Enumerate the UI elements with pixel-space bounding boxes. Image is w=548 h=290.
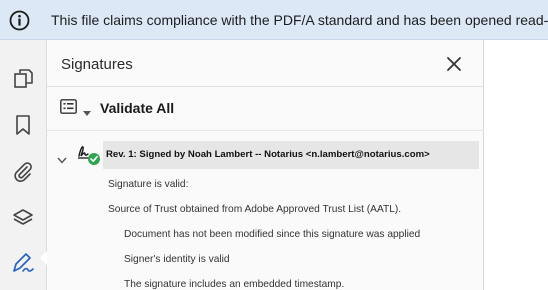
divider [47, 86, 484, 87]
validate-all-button[interactable]: Validate All [100, 100, 174, 116]
paperclip-icon[interactable] [11, 160, 35, 184]
panel-title: Signatures [61, 56, 133, 73]
signatures-panel: Signatures Validate All Rev. 1: Signed b… [47, 40, 484, 290]
banner-message: This file claims compliance with the PDF… [51, 12, 548, 28]
info-banner: This file claims compliance with the PDF… [0, 0, 548, 40]
close-icon[interactable] [445, 55, 463, 73]
info-circle-icon [9, 10, 30, 31]
layers-icon[interactable] [11, 206, 35, 230]
signature-pen-icon[interactable] [11, 251, 35, 275]
caret-down-icon[interactable] [83, 104, 91, 116]
signature-valid-icon [76, 143, 101, 166]
tool-rail [0, 40, 48, 290]
divider [47, 130, 484, 131]
signature-label: Rev. 1: Signed by Noah Lambert -- Notari… [106, 149, 430, 160]
bookmark-icon[interactable] [11, 113, 35, 137]
signature-detail: The signature includes an embedded times… [124, 279, 345, 290]
signature-detail: Signature is valid: [108, 179, 189, 190]
signature-detail: Source of Trust obtained from Adobe Appr… [108, 204, 402, 215]
options-menu-icon[interactable] [60, 99, 77, 114]
signature-detail: Signer's identity is valid [124, 254, 230, 265]
copy-pages-icon[interactable] [11, 66, 35, 90]
chevron-down-icon[interactable] [57, 151, 67, 164]
signature-detail: Document has not been modified since thi… [124, 229, 421, 240]
